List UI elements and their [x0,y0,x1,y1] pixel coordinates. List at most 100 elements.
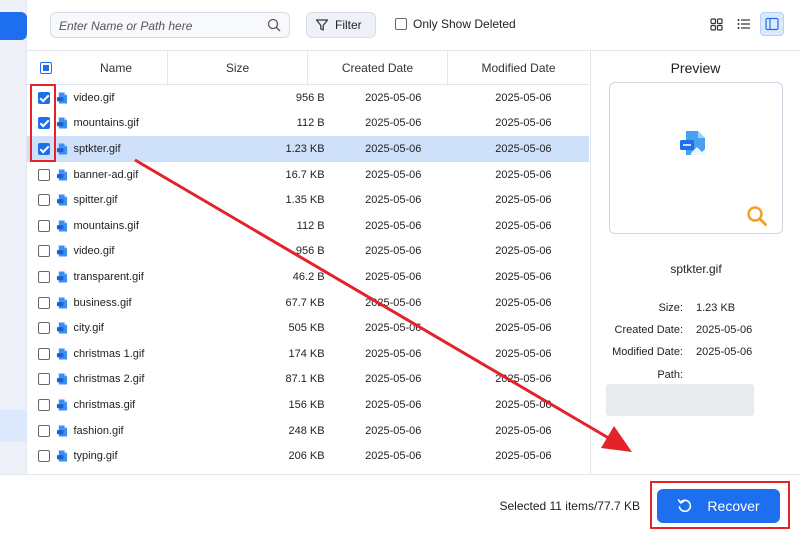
row-name: transparent.gif [73,270,144,283]
selected-info: Selected 11 items/77.7 KB [499,499,640,513]
table-row[interactable]: mountains.gif 112 B 2025-05-06 2025-05-06 [27,213,589,239]
table-row[interactable]: transparent.gif 46.2 B 2025-05-06 2025-05-0… [27,264,589,290]
row-modified: 2025-05-06 [495,117,552,130]
row-created: 2025-05-06 [365,398,422,411]
table-row[interactable]: christmas 1.gif 174 KB 2025-05-06 2025-05-0… [27,341,589,367]
table-row[interactable]: sptkter.gif 1.23 KB 2025-05-06 2025-05-06 [27,136,589,162]
only-show-deleted-label: Only Show Deleted [413,17,516,31]
table-header: Name Size Created Date Modified Date [27,50,589,85]
row-created: 2025-05-06 [365,142,422,155]
grid-view-button[interactable] [704,12,728,36]
row-name: christmas 1.gif [73,347,145,360]
select-all-checkbox[interactable] [40,61,52,74]
row-checkbox[interactable] [38,168,50,181]
gif-file-icon [56,450,67,462]
table-row[interactable]: video.gif 956 B 2025-05-06 2025-05-06 [27,85,589,111]
row-name: video.gif [73,245,115,258]
row-size: 505 KB [288,322,325,335]
row-modified: 2025-05-06 [495,194,552,207]
table-row[interactable]: fashion.gif 248 KB 2025-05-06 2025-05-06 [27,418,589,444]
view-switcher [704,12,784,36]
row-size: 46.2 B [292,270,325,283]
table-row[interactable]: video.gif 956 B 2025-05-06 2025-05-06 [27,239,589,265]
table-row[interactable]: spitter.gif 1.35 KB 2025-05-06 2025-05-06 [27,187,589,213]
toolbar: Filter Only Show Deleted [27,0,800,50]
table-row[interactable]: mountains.gif 112 B 2025-05-06 2025-05-06 [27,111,589,137]
gif-file-icon [56,220,67,232]
row-name: city.gif [73,322,104,335]
sidebar-highlight-tab[interactable] [0,410,27,442]
filter-button[interactable]: Filter [306,12,376,38]
list-view-button[interactable] [732,12,756,36]
table-row[interactable]: business.gif 67.7 KB 2025-05-06 2025-05-06 [27,290,589,316]
list-view-icon [737,19,750,29]
row-created: 2025-05-06 [365,373,422,386]
row-size: 956 B [295,91,325,104]
row-created: 2025-05-06 [365,270,422,283]
row-size: 956 B [295,245,325,258]
row-checkbox[interactable] [38,219,50,232]
row-modified: 2025-05-06 [495,450,552,463]
table-body: video.gif 956 B 2025-05-06 2025-05-06 mounta… [27,85,589,469]
row-modified: 2025-05-06 [495,424,552,437]
header-name[interactable]: Name [65,61,167,75]
row-size: 67.7 KB [285,296,325,309]
table-row[interactable]: typing.gif 206 KB 2025-05-06 2025-05-06 [27,443,589,469]
preview-path-label: Path: [657,369,683,381]
row-checkbox[interactable] [38,270,50,283]
row-created: 2025-05-06 [365,91,422,104]
row-checkbox[interactable] [38,322,50,335]
left-sidebar [0,0,27,474]
row-name: business.gif [73,296,132,309]
preview-created-label: Created Date: [614,324,683,336]
row-name: typing.gif [73,450,118,463]
search-input[interactable] [59,17,249,35]
only-show-deleted-toggle[interactable]: Only Show Deleted [395,17,516,31]
gif-file-icon [56,169,67,181]
preview-modified-value: 2025-05-06 [696,346,753,358]
row-size: 16.7 KB [285,168,325,181]
gif-file-icon [56,399,67,411]
table-row[interactable]: christmas 2.gif 87.1 KB 2025-05-06 2025-05-… [27,367,589,393]
preview-path-value [606,384,754,416]
row-created: 2025-05-06 [365,245,422,258]
row-modified: 2025-05-06 [495,398,552,411]
row-checkbox[interactable] [38,424,50,437]
file-preview-icon [680,131,705,155]
row-name: christmas.gif [73,398,136,411]
row-checkbox[interactable] [38,373,50,386]
file-table: Name Size Created Date Modified Date vid… [27,50,589,474]
row-checkbox[interactable] [38,398,50,411]
row-checkbox[interactable] [38,296,50,309]
row-modified: 2025-05-06 [495,168,552,181]
preview-created-value: 2025-05-06 [696,324,753,336]
zoom-icon[interactable] [746,205,768,227]
row-name: video.gif [73,91,115,104]
table-row[interactable]: banner-ad.gif 16.7 KB 2025-05-06 2025-05-06 [27,162,589,188]
row-checkbox[interactable] [38,245,50,258]
row-modified: 2025-05-06 [495,245,552,258]
preview-pane-icon [765,17,779,31]
row-name: mountains.gif [73,117,139,130]
preview-pane-button[interactable] [760,12,784,36]
row-size: 156 KB [288,398,325,411]
gif-file-icon [56,373,67,385]
gif-file-icon [56,92,67,104]
search-icon[interactable] [267,18,281,32]
recover-highlight-box [650,481,790,529]
header-size[interactable]: Size [167,50,307,85]
row-checkbox[interactable] [38,194,50,207]
row-created: 2025-05-06 [365,117,422,130]
row-checkbox[interactable] [38,450,50,463]
recovery-app: Filter Only Show Deleted [0,0,800,534]
table-row[interactable]: city.gif 505 KB 2025-05-06 2025-05-06 [27,315,589,341]
header-modified[interactable]: Modified Date [447,50,589,85]
table-row[interactable]: christmas.gif 156 KB 2025-05-06 2025-05-06 [27,392,589,418]
only-show-deleted-checkbox[interactable] [395,18,407,30]
header-created[interactable]: Created Date [307,50,447,85]
preview-panel: Preview sptkter.gif Size: 1.23 KB Create… [590,50,800,474]
sidebar-active-tab[interactable] [0,12,27,40]
row-name: banner-ad.gif [73,168,139,181]
row-checkbox[interactable] [38,347,50,360]
row-name: mountains.gif [73,219,139,232]
